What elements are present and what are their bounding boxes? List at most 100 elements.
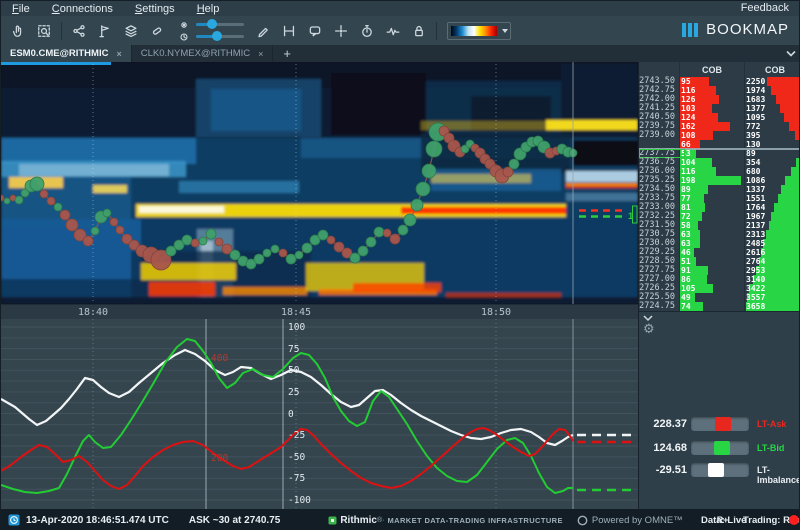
ladder-collapse-chevron-icon[interactable] bbox=[642, 314, 654, 322]
palette-selector[interactable] bbox=[447, 22, 511, 40]
cob-bar-2 bbox=[780, 104, 800, 113]
trade-bubble bbox=[103, 209, 111, 217]
toolbar-pencil-icon[interactable] bbox=[251, 20, 275, 42]
bubble-size-sliders bbox=[176, 18, 244, 44]
cob-value-1: 86 bbox=[681, 275, 691, 284]
rithmic-tagline: MARKET DATA-TRADING INFRASTRUCTURE bbox=[387, 516, 562, 525]
new-tab-button[interactable]: + bbox=[273, 45, 301, 62]
indicator-chart[interactable]: 4002001007550250-25-50-75-100 bbox=[1, 319, 638, 509]
trade-bubble bbox=[199, 237, 207, 245]
cob-value-1: 103 bbox=[681, 104, 695, 113]
slider-row-clock bbox=[176, 31, 244, 43]
trade-bubble bbox=[263, 249, 271, 257]
status-timestamp: 13-Apr-2020 18:46:51.474 UTC bbox=[26, 515, 169, 526]
trade-bubble bbox=[383, 229, 391, 237]
gauge-slider[interactable] bbox=[691, 417, 749, 431]
gauge-slider[interactable] bbox=[691, 463, 749, 477]
bookmap-logo-text: BOOKMAP bbox=[706, 21, 789, 38]
time-tick-label: 18:50 bbox=[481, 307, 511, 318]
trade-bubble bbox=[318, 230, 328, 240]
cob-value-1: 126 bbox=[681, 95, 695, 104]
tab-clk0[interactable]: CLK0.NYMEX@RITHMIC × bbox=[132, 45, 274, 62]
toolbar-layers-icon[interactable] bbox=[119, 20, 143, 42]
cob-value-1: 95 bbox=[681, 77, 691, 86]
red-axis-label: 200 bbox=[211, 453, 228, 464]
tab-bar: ESM0.CME@RITHMIC × CLK0.NYMEX@RITHMIC × … bbox=[1, 45, 800, 62]
toolbar-zoom-select-icon[interactable] bbox=[32, 20, 56, 42]
cob-bar-2 bbox=[791, 167, 800, 176]
toolbar-crosshair-icon[interactable] bbox=[329, 20, 353, 42]
trade-bubble bbox=[271, 245, 279, 253]
toolbar-stopwatch-icon[interactable] bbox=[355, 20, 379, 42]
cob-value-1: 89 bbox=[681, 185, 691, 194]
toolbar-dot-icon[interactable] bbox=[177, 19, 191, 31]
toolbar-flag-icon[interactable] bbox=[93, 20, 117, 42]
trade-bubble bbox=[286, 254, 296, 264]
trade-bubble bbox=[426, 141, 442, 157]
tab-esm0[interactable]: ESM0.CME@RITHMIC × bbox=[1, 45, 132, 62]
trade-bubble bbox=[404, 214, 416, 226]
cob-value-2: 1967 bbox=[746, 212, 765, 221]
toolbar-pulse-icon[interactable] bbox=[381, 20, 405, 42]
gauge-block[interactable] bbox=[715, 417, 731, 431]
gauge-slider[interactable] bbox=[691, 441, 749, 455]
toolbar-slider[interactable] bbox=[196, 23, 244, 26]
gauge-panel: ⚙ 228.37LT-Ask124.68LT-Bid-29.51LT-Imbal… bbox=[639, 311, 800, 510]
toolbar-separator bbox=[61, 22, 62, 40]
dom-ladder[interactable]: COBCOB2743.509522502742.7511619742742.00… bbox=[639, 62, 800, 311]
cob-value-2: 2313 bbox=[746, 230, 765, 239]
trade-bubble bbox=[398, 225, 408, 235]
menu-connections[interactable]: Connections bbox=[41, 3, 124, 15]
cob-bar-2 bbox=[769, 221, 800, 230]
toolbar-clock-icon[interactable] bbox=[177, 31, 191, 43]
connection-status-dot bbox=[789, 515, 799, 525]
cob-value-2: 2137 bbox=[746, 221, 765, 230]
y-axis-label: -75 bbox=[288, 473, 305, 484]
cob-value-2: 1551 bbox=[746, 194, 765, 203]
trade-bubble bbox=[182, 235, 192, 245]
toolbar-hand-tool-icon[interactable] bbox=[6, 20, 30, 42]
cob-value-1: 72 bbox=[681, 212, 691, 221]
cob-value-2: 1337 bbox=[746, 185, 765, 194]
slider-knob[interactable] bbox=[212, 31, 222, 41]
toolbar-eraser-icon[interactable] bbox=[145, 20, 169, 42]
slider-knob[interactable] bbox=[207, 19, 217, 29]
cob-value-2: 1764 bbox=[746, 203, 765, 212]
cob-value-2: 3658 bbox=[746, 302, 765, 311]
tabbar-chevron-down-icon[interactable] bbox=[785, 49, 797, 58]
cob-value-2: 395 bbox=[746, 131, 760, 140]
cob-bar-2 bbox=[763, 239, 800, 248]
gauge-block[interactable] bbox=[714, 441, 730, 455]
cob-value-1: 63 bbox=[681, 230, 691, 239]
tab-esm0-label: ESM0.CME@RITHMIC bbox=[10, 48, 108, 59]
toolbar-lock-icon[interactable] bbox=[407, 20, 431, 42]
cob-value-2: 772 bbox=[746, 122, 760, 131]
trade-bubble bbox=[83, 236, 93, 246]
cob-value-1: 58 bbox=[681, 221, 691, 230]
trade-bubble bbox=[350, 253, 360, 263]
menu-feedback[interactable]: Feedback bbox=[741, 2, 789, 14]
cob-value-2: 1095 bbox=[746, 113, 765, 122]
toolbar-label-bubble-icon[interactable] bbox=[303, 20, 327, 42]
slider-row-dot bbox=[176, 19, 244, 31]
tab-close-icon[interactable]: × bbox=[116, 49, 121, 59]
cob-bar-2 bbox=[785, 176, 800, 185]
gauge-block[interactable] bbox=[708, 463, 724, 477]
ladder-row[interactable]: 2724.75743658 bbox=[639, 302, 800, 311]
gauge-value: 228.37 bbox=[641, 418, 687, 430]
gear-icon[interactable]: ⚙ bbox=[643, 322, 655, 337]
menu-settings[interactable]: Settings bbox=[124, 3, 186, 15]
cob-bar-2 bbox=[784, 113, 800, 122]
toolbar-share-icon[interactable] bbox=[67, 20, 91, 42]
ladder-row[interactable]: 2739.00108395 bbox=[639, 131, 800, 140]
cob-value-1: 49 bbox=[681, 293, 691, 302]
toolbar-measure-width-icon[interactable] bbox=[277, 20, 301, 42]
toolbar-slider[interactable] bbox=[196, 35, 244, 38]
palette-gradient bbox=[451, 26, 497, 36]
tab-close-icon[interactable]: × bbox=[258, 49, 263, 59]
heatmap-chart[interactable]: 1 bbox=[1, 62, 638, 304]
menu-help[interactable]: Help bbox=[186, 3, 231, 15]
cob-bar-2 bbox=[778, 194, 800, 203]
menu-file[interactable]: File bbox=[1, 3, 41, 15]
bookmap-window: FileConnectionsSettingsHelp Feedback BOO… bbox=[0, 0, 800, 530]
